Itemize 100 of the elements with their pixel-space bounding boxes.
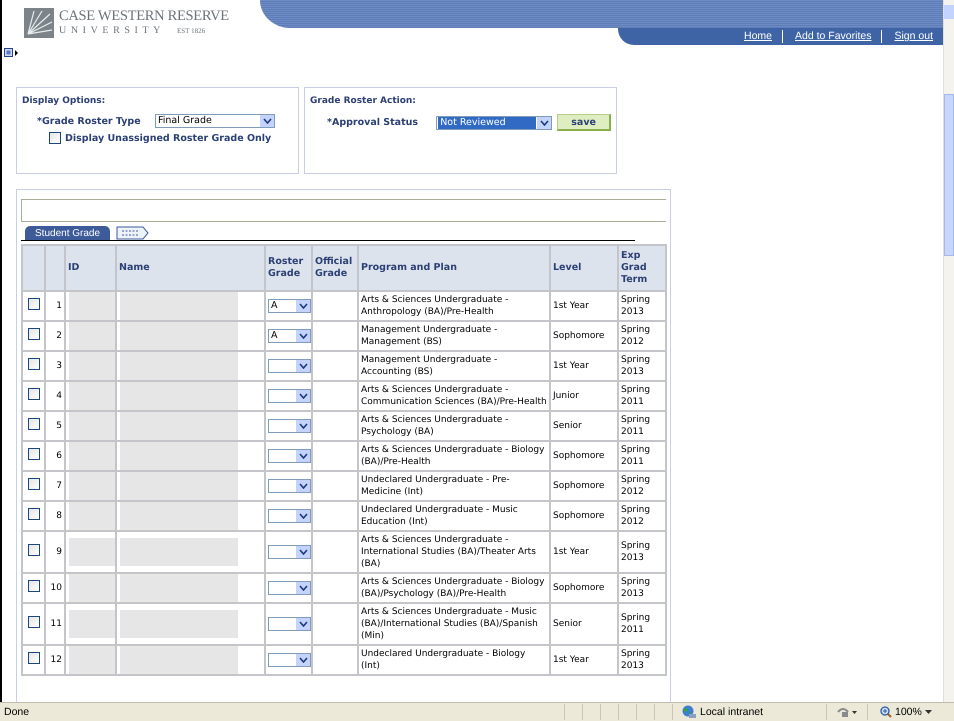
zoom-icon[interactable] <box>880 706 892 718</box>
globe-icon <box>681 705 697 719</box>
row-checkbox[interactable] <box>28 298 40 310</box>
roster-grade-dropdown[interactable] <box>268 581 311 595</box>
table-cell: Sophomore <box>550 441 618 471</box>
roster-grade-dropdown[interactable]: A <box>268 329 311 343</box>
table-cell: 1st Year <box>550 351 618 381</box>
row-number: 2 <box>45 321 65 351</box>
redacted-area <box>69 610 115 638</box>
zone-text: Local intranet <box>700 706 764 718</box>
column-header: Program and Plan <box>358 245 550 291</box>
redacted-area <box>69 574 115 602</box>
table-cell: Spring 2011 <box>618 441 666 471</box>
roster-grade-dropdown[interactable] <box>268 653 311 667</box>
field-label: *Approval Status <box>326 117 420 128</box>
row-checkbox[interactable] <box>28 544 40 556</box>
row-checkbox[interactable] <box>28 616 40 628</box>
grade-roster-type-dropdown[interactable]: Final Grade <box>155 114 275 128</box>
save-button[interactable]: save <box>557 114 611 131</box>
row-number: 9 <box>45 531 65 573</box>
table-cell: Arts & Sciences Undergraduate - Communication Sciences (BA)/Pre-Health <box>358 381 550 411</box>
column-header: Exp Grad Term <box>618 245 666 291</box>
redacted-area <box>69 412 115 440</box>
row-number: 5 <box>45 411 65 441</box>
row-checkbox[interactable] <box>28 388 40 400</box>
redacted-area <box>69 352 115 380</box>
panel-title: Display Options: <box>22 96 106 106</box>
table-cell: Arts & Sciences Undergraduate - Music (BA)/International Studies (BA)/Spanish (Min) <box>358 603 550 645</box>
checkbox[interactable] <box>49 132 61 144</box>
table-cell: Spring 2013 <box>618 645 666 675</box>
row-checkbox[interactable] <box>28 328 40 340</box>
table-cell: Arts & Sciences Undergraduate - Biology (BA)/Psychology (BA)/Pre-Health <box>358 573 550 603</box>
row-checkbox[interactable] <box>28 652 40 664</box>
table-cell: Management Undergraduate - Management (BS) <box>358 321 550 351</box>
roster-grade-dropdown[interactable] <box>268 545 311 559</box>
zoom-level[interactable]: 100% <box>895 706 922 718</box>
redacted-area <box>69 538 115 566</box>
row-number: 3 <box>45 351 65 381</box>
table-cell: 1st Year <box>550 531 618 573</box>
row-checkbox[interactable] <box>28 580 40 592</box>
roster-grade-dropdown[interactable] <box>268 419 311 433</box>
panel-title: Grade Roster Action: <box>310 96 417 106</box>
tab[interactable]: Student Grade <box>25 226 110 240</box>
redacted-area <box>69 382 115 410</box>
redacted-area <box>69 646 115 674</box>
redacted-area <box>69 502 115 530</box>
row-number: 7 <box>45 471 65 501</box>
table-cell: Undeclared Undergraduate - Pre-Medicine (Int) <box>358 471 550 501</box>
table-cell: Spring 2011 <box>618 381 666 411</box>
table-cell: Spring 2012 <box>618 501 666 531</box>
row-checkbox[interactable] <box>28 358 40 370</box>
table-cell: 1st Year <box>550 645 618 675</box>
column-header: Roster Grade <box>265 245 312 291</box>
table-cell: Spring 2012 <box>618 321 666 351</box>
redacted-area <box>69 472 115 500</box>
scrollbar[interactable] <box>943 0 954 702</box>
table-cell: Senior <box>550 603 618 645</box>
approval-status-dropdown[interactable]: Not Reviewed <box>436 116 552 130</box>
row-checkbox[interactable] <box>28 478 40 490</box>
column-header: Level <box>550 245 618 291</box>
column-header: Official Grade <box>312 245 358 291</box>
pagelet-toggle-icon[interactable] <box>4 48 18 58</box>
redacted-area <box>69 292 115 320</box>
table-cell: Arts & Sciences Undergraduate - Biology (BA)/Pre-Health <box>358 441 550 471</box>
field-label: *Grade Roster Type <box>37 116 142 126</box>
table-cell: Spring 2011 <box>618 411 666 441</box>
table-cell: Arts & Sciences Undergraduate - International Studies (BA)/Theater Arts (BA) <box>358 531 550 573</box>
row-number: 12 <box>45 645 65 675</box>
roster-grade-dropdown[interactable] <box>268 479 311 493</box>
row-number: 10 <box>45 573 65 603</box>
row-checkbox[interactable] <box>28 418 40 430</box>
roster-grade-dropdown[interactable] <box>268 449 311 463</box>
table-cell: Spring 2011 <box>618 603 666 645</box>
table-cell: Arts & Sciences Undergraduate - Psychology (BA) <box>358 411 550 441</box>
table-cell: Sophomore <box>550 471 618 501</box>
caret-icon[interactable] <box>924 710 932 714</box>
roster-grade-dropdown[interactable] <box>268 389 311 403</box>
table-cell: Sophomore <box>550 321 618 351</box>
row-checkbox[interactable] <box>28 448 40 460</box>
logo-emblem-icon <box>24 8 54 38</box>
table-cell: Management Undergraduate - Accounting (BS) <box>358 351 550 381</box>
nav-link[interactable]: Home <box>732 30 782 43</box>
row-checkbox[interactable] <box>28 508 40 520</box>
protected-mode-icon[interactable] <box>836 706 858 718</box>
table-cell: Senior <box>550 411 618 441</box>
table-cell: Spring 2013 <box>618 291 666 321</box>
show-all-columns-icon[interactable] <box>116 226 150 240</box>
roster-grade-dropdown[interactable]: A <box>268 299 311 313</box>
roster-grade-dropdown[interactable] <box>268 617 311 631</box>
row-number: 11 <box>45 603 65 645</box>
nav-link[interactable]: Add to Favorites <box>782 30 882 43</box>
row-number: 8 <box>45 501 65 531</box>
redacted-area <box>69 442 115 470</box>
table-cell: Spring 2012 <box>618 471 666 501</box>
redacted-area <box>69 322 115 350</box>
table-cell: Spring 2013 <box>618 351 666 381</box>
roster-grade-dropdown[interactable] <box>268 359 311 373</box>
row-number: 4 <box>45 381 65 411</box>
row-number: 1 <box>45 291 65 321</box>
roster-grade-dropdown[interactable] <box>268 509 311 523</box>
